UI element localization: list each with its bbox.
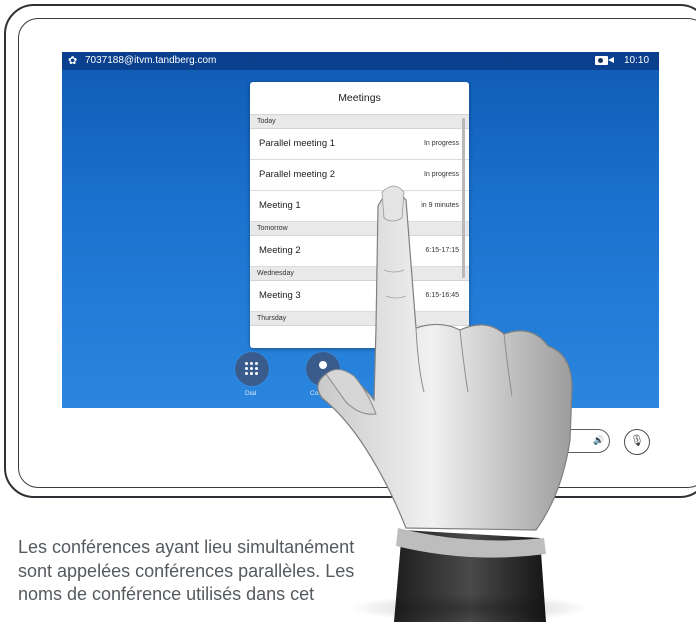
caption-text: Les conférences ayant lieu simultanément…: [18, 537, 355, 604]
camera-icon[interactable]: [595, 56, 614, 65]
status-bar: ✿ 7037188@itvm.tandberg.com 10:10: [62, 52, 659, 70]
dial-label: Dial: [245, 390, 257, 397]
meeting-title: Parallel meeting 1: [259, 138, 336, 149]
meeting-row[interactable]: Parallel meeting 1 In progress: [250, 129, 469, 160]
dial-button[interactable]: [235, 352, 269, 386]
gear-icon[interactable]: ✿: [68, 52, 77, 70]
meeting-status: In progress: [423, 140, 459, 147]
keypad-icon: [245, 362, 259, 376]
panel-title: Meetings: [250, 82, 469, 115]
account-address: 7037188@itvm.tandberg.com: [85, 55, 217, 66]
section-header-today: Today: [250, 115, 469, 129]
clock-time: 10:10: [624, 55, 650, 66]
